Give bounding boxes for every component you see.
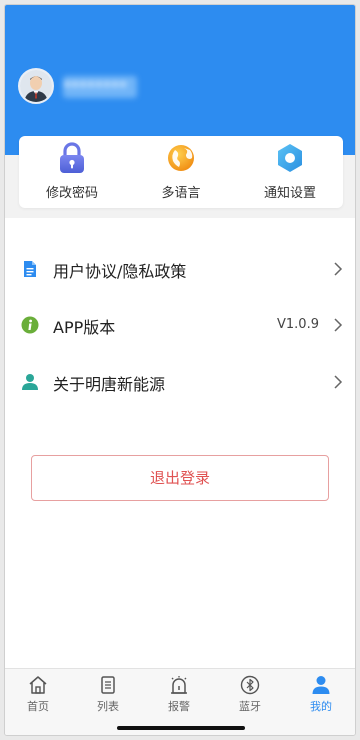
- tab-label: 列表: [97, 700, 119, 713]
- list-icon: [101, 676, 115, 694]
- change-password-button[interactable]: 修改密码: [27, 142, 117, 204]
- tab-label: 首页: [27, 700, 49, 713]
- menu-item-label: 用户协议/隐私政策: [53, 262, 187, 281]
- tab-list[interactable]: 列表: [78, 675, 138, 715]
- document-icon: [24, 261, 36, 277]
- lock-icon: [60, 142, 84, 173]
- app-version-value: V1.0.9: [277, 317, 319, 332]
- tab-label: 我的: [310, 700, 332, 713]
- quick-actions-card: 修改密码 多语言 通知设置: [19, 136, 343, 208]
- menu-item-user-agreement[interactable]: 用户协议/隐私政策: [5, 246, 355, 292]
- tab-label: 蓝牙: [239, 700, 261, 713]
- info-icon: [21, 316, 39, 334]
- tab-alarm[interactable]: 报警: [149, 675, 209, 715]
- username: ********: [63, 76, 137, 98]
- tab-mine[interactable]: 我的: [291, 675, 351, 715]
- profile-header: ********: [5, 5, 355, 155]
- tab-bluetooth[interactable]: 蓝牙: [220, 675, 280, 715]
- quick-action-label: 通知设置: [263, 186, 316, 201]
- menu-item-label: 关于明唐新能源: [53, 375, 166, 394]
- menu-item-about[interactable]: 关于明唐新能源: [5, 359, 355, 405]
- settings-menu: 用户协议/隐私政策 APP版本 V1.0.9 关于明唐新能源 退出登录: [5, 218, 355, 668]
- user-icon: [312, 676, 330, 694]
- user-avatar-icon: [20, 70, 52, 102]
- menu-item-label: APP版本: [53, 318, 116, 337]
- person-icon: [22, 374, 38, 390]
- tab-label: 报警: [168, 700, 190, 713]
- notification-settings-button[interactable]: 通知设置: [245, 142, 335, 204]
- home-indicator: [117, 726, 245, 730]
- language-button[interactable]: 多语言: [136, 142, 226, 204]
- tab-home[interactable]: 首页: [8, 675, 68, 715]
- home-icon: [29, 676, 47, 694]
- chevron-right-icon: [334, 318, 343, 332]
- hexagon-settings-icon: [278, 144, 302, 172]
- chevron-right-icon: [334, 262, 343, 276]
- globe-icon: [168, 145, 194, 171]
- logout-button[interactable]: 退出登录: [31, 455, 329, 501]
- avatar[interactable]: [18, 68, 54, 104]
- alarm-icon: [171, 676, 187, 694]
- quick-action-label: 多语言: [161, 186, 201, 201]
- quick-action-label: 修改密码: [45, 186, 98, 201]
- chevron-right-icon: [334, 375, 343, 389]
- app-screen: ******** 修改密码 多语言 通知设置 用户协议/隐私政策 APP版本 V…: [4, 4, 356, 736]
- menu-item-app-version[interactable]: APP版本 V1.0.9: [5, 302, 355, 348]
- bluetooth-icon: [240, 675, 260, 695]
